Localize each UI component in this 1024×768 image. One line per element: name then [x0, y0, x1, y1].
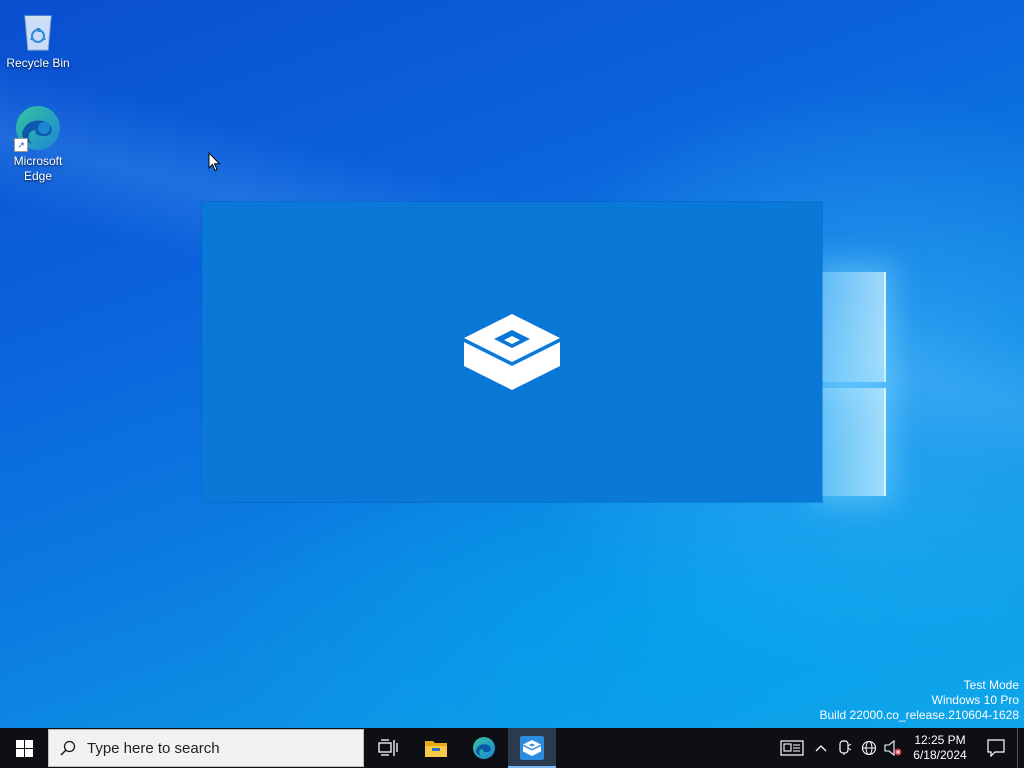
windows-sandbox-icon — [464, 314, 560, 390]
taskbar-clock[interactable]: 12:25 PM 6/18/2024 — [905, 733, 975, 763]
notification-icon — [987, 739, 1005, 757]
taskbar: Type here to search 12:25 PM 6/18/2024 — [0, 728, 1024, 768]
edge-icon — [473, 737, 495, 759]
edge-icon: ↗ — [14, 104, 62, 152]
windows-sandbox-icon — [520, 736, 544, 760]
system-tray: 12:25 PM 6/18/2024 — [775, 728, 1024, 768]
taskbar-app-microsoft-edge[interactable] — [460, 728, 508, 768]
windows-start-icon — [15, 739, 33, 757]
watermark-line: Build 22000.co_release.210604-1628 — [819, 708, 1020, 722]
show-desktop-button[interactable] — [1017, 728, 1024, 768]
chevron-up-icon[interactable] — [809, 728, 833, 768]
desktop-icon-label: Recycle Bin — [6, 56, 70, 70]
clock-time: 12:25 PM — [914, 733, 966, 747]
desktop-icon-label: Microsoft Edge — [13, 154, 63, 183]
windows-logo-wallpaper — [822, 268, 888, 500]
news-widget-icon[interactable] — [775, 728, 809, 768]
windows-sandbox-splash-window[interactable] — [202, 202, 822, 502]
file-explorer-icon — [425, 741, 447, 757]
shortcut-arrow-icon: ↗ — [14, 138, 28, 152]
watermark-line: Test Mode — [963, 678, 1019, 692]
taskbar-search-box[interactable]: Type here to search — [48, 729, 364, 767]
desktop-icon-microsoft-edge[interactable]: ↗ Microsoft Edge — [0, 104, 76, 184]
notification-center-button[interactable] — [975, 728, 1017, 768]
desktop-icon-recycle-bin[interactable]: Recycle Bin — [0, 6, 76, 71]
desktop: Recycle Bin ↗ Microsoft Edge Test Mode W… — [0, 0, 1024, 728]
search-icon — [49, 740, 87, 756]
clock-date: 6/18/2024 — [913, 748, 967, 762]
recycle-bin-icon — [14, 6, 62, 54]
taskbar-app-file-explorer[interactable] — [412, 728, 460, 768]
test-mode-watermark: Test Mode Windows 10 Pro Build 22000.co_… — [820, 678, 1020, 723]
start-button[interactable] — [0, 728, 48, 768]
search-placeholder: Type here to search — [87, 739, 220, 757]
watermark-line: Windows 10 Pro — [931, 693, 1019, 707]
meet-now-icon[interactable] — [833, 728, 857, 768]
task-view-icon — [378, 739, 398, 756]
network-icon[interactable] — [857, 728, 881, 768]
taskbar-app-task-view[interactable] — [364, 728, 412, 768]
taskbar-app-windows-sandbox[interactable] — [508, 728, 556, 768]
volume-muted-icon[interactable] — [881, 728, 905, 768]
mouse-cursor-icon — [208, 152, 221, 172]
